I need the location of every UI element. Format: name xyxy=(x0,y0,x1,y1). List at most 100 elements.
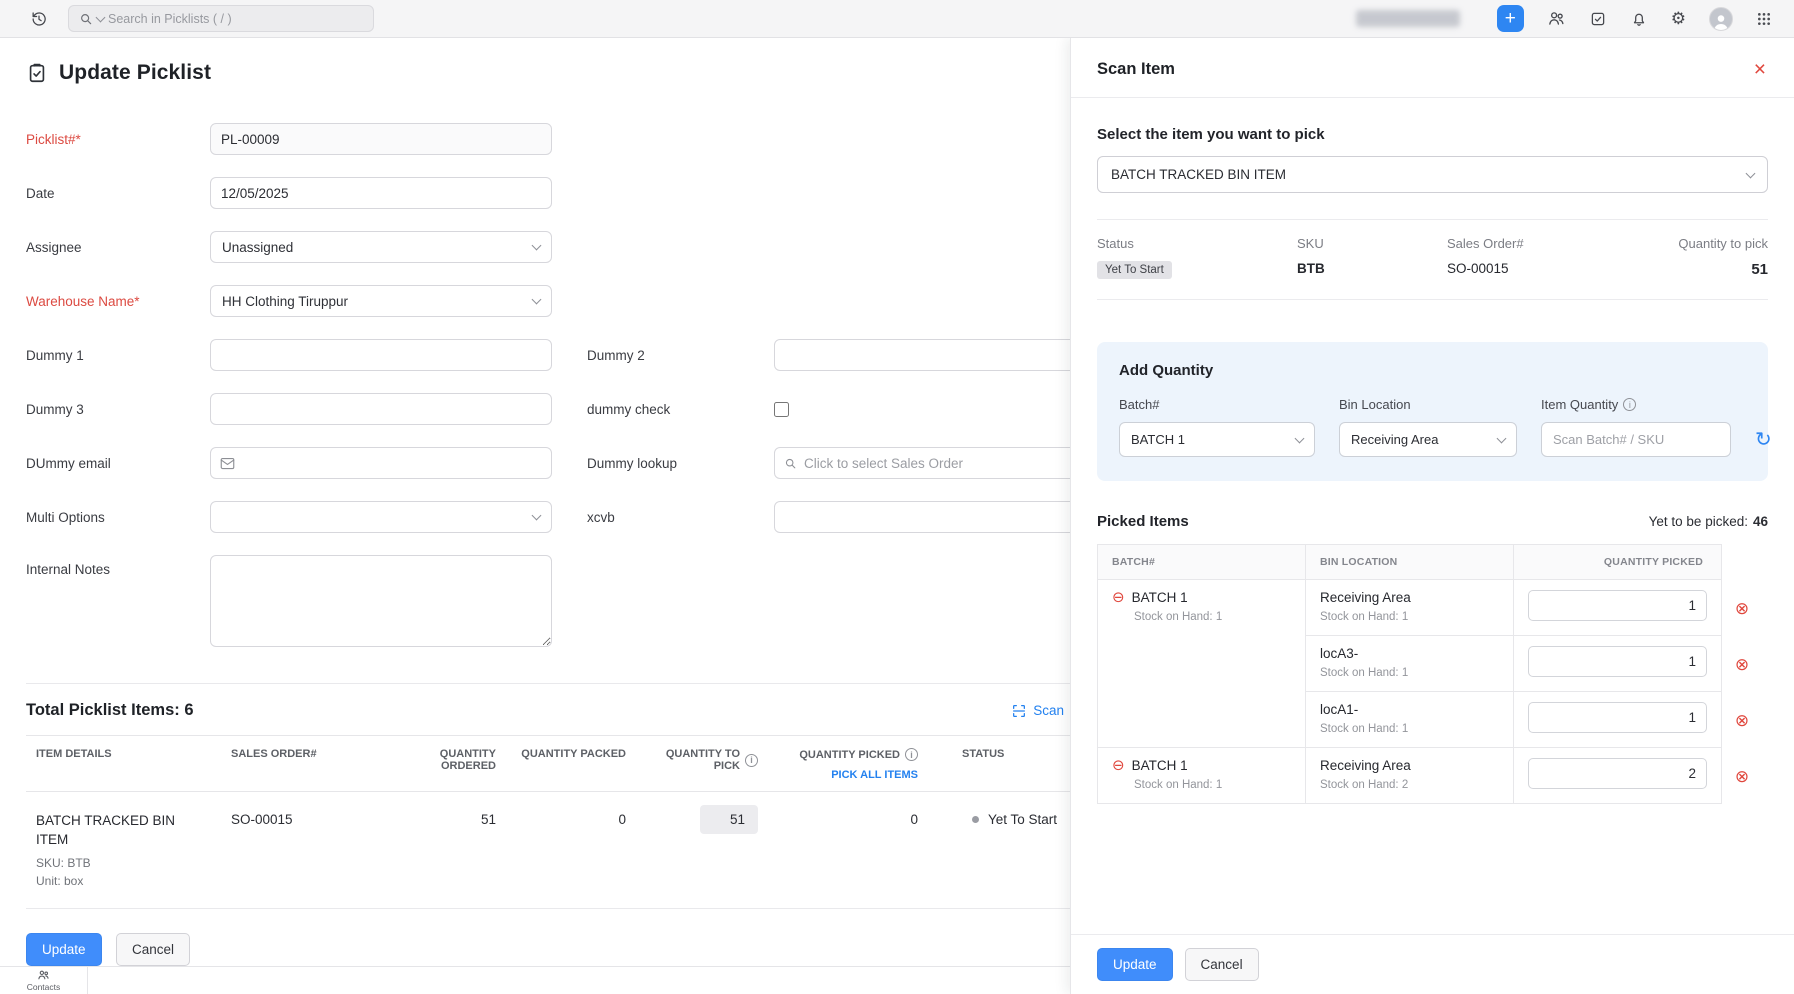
picked-row: ⊖ BATCH 1 Stock on Hand: 1 Receiving Are… xyxy=(1097,747,1722,804)
bin-stock: Stock on Hand: 1 xyxy=(1320,667,1409,679)
dummy2-input[interactable] xyxy=(774,339,1116,371)
update-button[interactable]: Update xyxy=(26,932,102,966)
sales-order-value[interactable]: SO-00015 xyxy=(221,791,381,909)
picked-quantity-input[interactable] xyxy=(1528,646,1707,677)
remove-row-icon[interactable]: ⊗ xyxy=(1735,656,1749,673)
bin-location-label: Bin Location xyxy=(1339,397,1411,412)
topbar: + ⚙ xyxy=(0,0,1794,38)
avatar[interactable] xyxy=(1709,6,1733,31)
bin-location-select[interactable]: Receiving Area xyxy=(1339,422,1517,457)
info-icon[interactable]: i xyxy=(905,748,918,761)
drawer-update-button[interactable]: Update xyxy=(1097,948,1173,981)
col-quantity-ordered: QUANTITY ORDERED xyxy=(381,735,506,792)
chevron-down-icon xyxy=(531,294,542,305)
settings-gear-icon[interactable]: ⚙ xyxy=(1671,10,1686,27)
item-unit: Unit: box xyxy=(36,873,84,888)
dock-item-contacts[interactable]: Contacts xyxy=(0,967,88,994)
picklist-items-section: Total Picklist Items: 6 Scan ITEM DETAIL… xyxy=(26,683,1176,966)
bin-name: Receiving Area xyxy=(1320,590,1411,605)
status-label: Status xyxy=(1097,236,1134,251)
status-badge: Yet To Start xyxy=(1097,261,1172,279)
drawer-cancel-button[interactable]: Cancel xyxy=(1184,948,1259,981)
xcvb-input[interactable] xyxy=(774,501,1116,533)
notifications-bell-icon[interactable] xyxy=(1630,10,1648,28)
cancel-button[interactable]: Cancel xyxy=(116,932,191,966)
chevron-down-icon xyxy=(531,510,542,521)
contacts-icon xyxy=(37,969,50,981)
dummy3-input[interactable] xyxy=(210,393,552,425)
refresh-icon[interactable]: ↻ xyxy=(1755,430,1772,457)
batch-name: BATCH 1 xyxy=(1131,758,1188,773)
multi-options-select[interactable] xyxy=(210,501,552,533)
col-quantity-picked: QUANTITY PICKED xyxy=(1513,544,1722,580)
multi-options-label: Multi Options xyxy=(26,509,105,525)
remove-row-icon[interactable]: ⊗ xyxy=(1735,768,1749,785)
scan-link[interactable]: Scan xyxy=(1011,703,1064,719)
warehouse-select[interactable]: HH Clothing Tiruppur xyxy=(210,285,552,317)
yet-to-be-picked-label: Yet to be picked: xyxy=(1648,514,1748,529)
users-icon[interactable] xyxy=(1547,9,1566,28)
add-quantity-section: Add Quantity Batch# BATCH 1 Bin Location… xyxy=(1097,342,1772,481)
collapse-batch-icon[interactable]: ⊖ xyxy=(1112,758,1125,773)
dummy-lookup-field[interactable] xyxy=(774,447,1116,479)
table-header-row: ITEM DETAILS SALES ORDER# QUANTITY ORDER… xyxy=(26,735,1098,792)
dummy-check-checkbox[interactable] xyxy=(774,401,789,417)
chevron-down-icon xyxy=(1496,433,1507,443)
dummy-email-field[interactable] xyxy=(210,447,552,479)
picked-items-table: BATCH# BIN LOCATION QUANTITY PICKED ⊖ BA… xyxy=(1097,544,1722,804)
chevron-down-icon xyxy=(1745,168,1756,178)
pick-all-items-link[interactable]: PICK ALL ITEMS xyxy=(778,769,918,781)
search-icon xyxy=(784,457,797,470)
picklist-form: Picklist#* Date Assignee Unassigned Ware… xyxy=(26,123,1176,647)
col-item-details: ITEM DETAILS xyxy=(26,735,221,792)
quick-create-button[interactable]: + xyxy=(1496,5,1524,32)
apps-grid-icon[interactable] xyxy=(1756,11,1772,27)
info-icon[interactable]: i xyxy=(745,753,758,767)
batch-select[interactable]: BATCH 1 xyxy=(1119,422,1315,457)
dummy1-label: Dummy 1 xyxy=(26,347,84,363)
picked-quantity-input[interactable] xyxy=(1528,702,1707,733)
close-icon[interactable]: × xyxy=(1752,59,1768,80)
sales-order-label: Sales Order# xyxy=(1447,236,1524,251)
date-input[interactable] xyxy=(210,177,552,209)
tasks-icon[interactable] xyxy=(1589,10,1607,28)
assignee-value: Unassigned xyxy=(222,239,294,255)
bin-location-value: Receiving Area xyxy=(1351,432,1439,447)
warehouse-label: Warehouse Name* xyxy=(26,293,140,309)
drawer-title: Scan Item xyxy=(1097,60,1175,78)
item-name[interactable]: BATCH TRACKED BIN ITEM xyxy=(36,812,211,850)
dummy-email-input[interactable] xyxy=(242,455,542,471)
bin-name: Receiving Area xyxy=(1320,758,1411,773)
dummy-lookup-input[interactable] xyxy=(804,455,1106,471)
picklist-number-label: Picklist#* xyxy=(26,131,81,147)
internal-notes-textarea[interactable] xyxy=(210,555,552,647)
dummy1-input[interactable] xyxy=(210,339,552,371)
remove-row-icon[interactable]: ⊗ xyxy=(1735,600,1749,617)
history-icon[interactable] xyxy=(30,10,48,28)
quantity-to-pick-value[interactable]: 51 xyxy=(700,805,758,834)
status-badge: Yet To Start xyxy=(988,812,1058,827)
sales-order-value: SO-00015 xyxy=(1447,261,1509,276)
org-name-blurred xyxy=(1355,10,1460,27)
search-scope-chevron-icon[interactable] xyxy=(95,12,106,22)
picked-quantity-input[interactable] xyxy=(1528,758,1707,789)
search-input[interactable] xyxy=(108,11,363,26)
info-icon[interactable]: i xyxy=(1623,398,1637,411)
update-picklist-page: Update Picklist Picklist#* Date Assignee… xyxy=(26,38,1176,966)
assignee-select[interactable]: Unassigned xyxy=(210,231,552,263)
picked-quantity-input[interactable] xyxy=(1528,590,1707,621)
picklist-clipboard-icon xyxy=(26,62,48,84)
global-search[interactable] xyxy=(68,5,374,32)
scan-batch-input[interactable] xyxy=(1541,422,1731,457)
scan-icon xyxy=(1011,703,1027,719)
envelope-icon xyxy=(220,457,235,470)
quantity-picked-value: 0 xyxy=(768,791,928,909)
item-summary: Status Yet To Start SKU BTB Sales Order#… xyxy=(1097,219,1768,300)
picklist-number-input[interactable] xyxy=(210,123,552,155)
collapse-batch-icon[interactable]: ⊖ xyxy=(1112,590,1125,605)
remove-row-icon[interactable]: ⊗ xyxy=(1735,712,1749,729)
internal-notes-label: Internal Notes xyxy=(26,562,111,577)
date-label: Date xyxy=(26,185,55,201)
item-select[interactable]: BATCH TRACKED BIN ITEM xyxy=(1097,156,1768,193)
remove-rail: ⊗ ⊗ ⊗ ⊗ xyxy=(1722,580,1762,804)
